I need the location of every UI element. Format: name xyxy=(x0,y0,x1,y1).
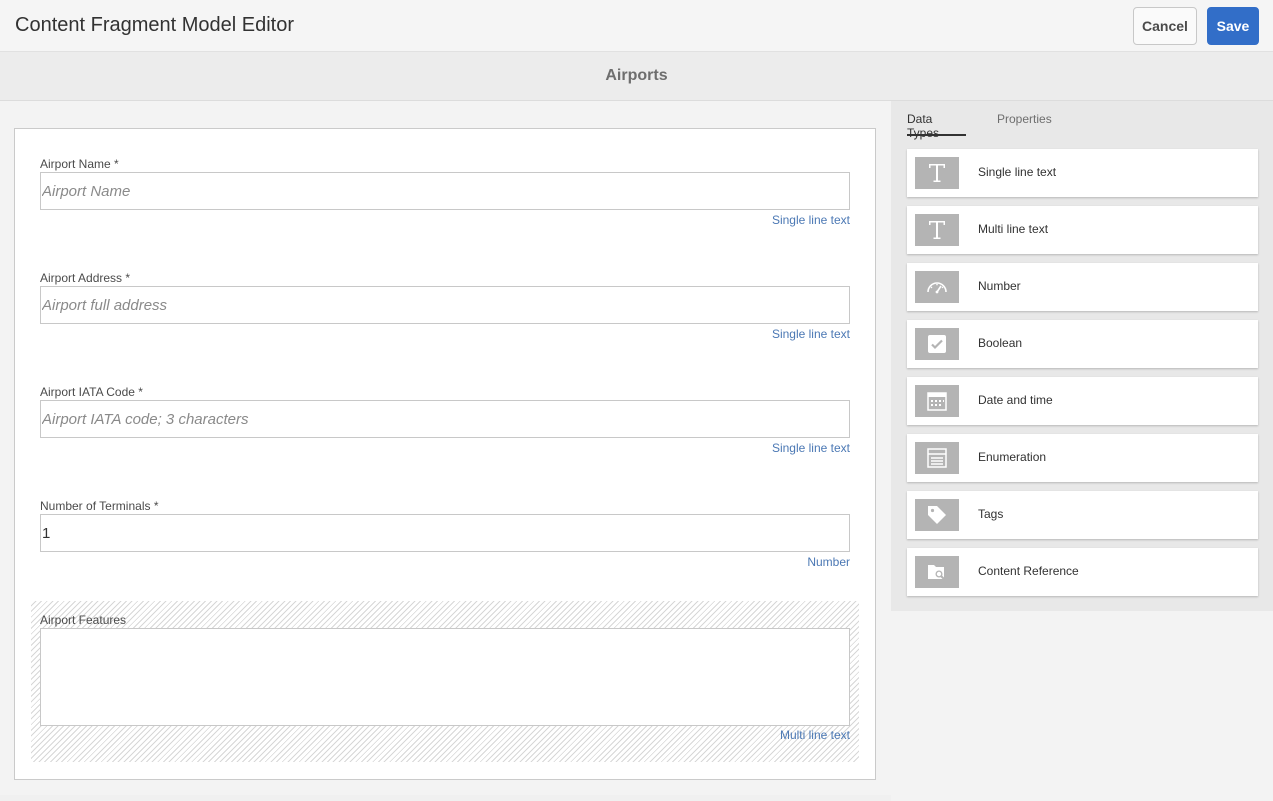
field-label: Airport Address * xyxy=(40,271,131,285)
checkbox-icon xyxy=(915,328,959,360)
data-type-label: Enumeration xyxy=(978,450,1047,464)
field-label: Number of Terminals * xyxy=(40,499,159,513)
cancel-button[interactable]: Cancel xyxy=(1133,7,1197,45)
app-header: Content Fragment Model Editor Cancel Sav… xyxy=(0,0,1273,52)
data-type-label: Number xyxy=(978,279,1021,293)
field-label: Airport Features xyxy=(40,613,127,627)
field-type-label: Single line text xyxy=(771,441,850,455)
field-label: Airport Name * xyxy=(40,157,119,171)
data-type-tags[interactable]: Tags xyxy=(907,491,1258,539)
app-title: Content Fragment Model Editor xyxy=(15,14,295,36)
data-type-label: Boolean xyxy=(978,336,1023,350)
number-of-terminals-input[interactable] xyxy=(40,514,850,552)
field-airport-features-selected[interactable]: Airport Features Multi line text xyxy=(31,601,859,762)
field-type-label: Single line text xyxy=(771,213,850,227)
data-types-panel: Data Types Properties Single line text M… xyxy=(891,101,1273,611)
gauge-icon xyxy=(915,271,959,303)
model-canvas: Airport Name * Single line text Airport … xyxy=(0,101,891,795)
model-title: Airports xyxy=(605,67,668,84)
list-icon xyxy=(915,442,959,474)
tab-properties[interactable]: Properties xyxy=(997,112,1052,136)
text-t-icon xyxy=(915,214,959,246)
airport-name-input[interactable] xyxy=(40,172,850,210)
field-label: Airport IATA Code * xyxy=(40,385,143,399)
data-type-date-and-time[interactable]: Date and time xyxy=(907,377,1258,425)
data-type-number[interactable]: Number xyxy=(907,263,1258,311)
form-card: Airport Name * Single line text Airport … xyxy=(14,128,876,780)
data-type-label: Date and time xyxy=(978,393,1053,407)
airport-address-input[interactable] xyxy=(40,286,850,324)
panel-empty-area xyxy=(891,611,1273,801)
tag-icon xyxy=(915,499,959,531)
airport-iata-code-input[interactable] xyxy=(40,400,850,438)
data-type-single-line-text[interactable]: Single line text xyxy=(907,149,1258,197)
field-type-label: Multi line text xyxy=(779,728,850,742)
data-type-label: Multi line text xyxy=(978,222,1049,236)
data-type-multi-line-text[interactable]: Multi line text xyxy=(907,206,1258,254)
data-type-enumeration[interactable]: Enumeration xyxy=(907,434,1258,482)
field-type-label: Number xyxy=(807,555,850,569)
tab-data-types[interactable]: Data Types xyxy=(907,112,966,140)
data-type-label: Tags xyxy=(978,507,1004,521)
data-type-label: Single line text xyxy=(978,165,1057,179)
calendar-icon xyxy=(915,385,959,417)
model-title-bar: Airports xyxy=(0,52,1273,101)
text-t-icon xyxy=(915,157,959,189)
save-button[interactable]: Save xyxy=(1207,7,1259,45)
folder-search-icon xyxy=(915,556,959,588)
field-type-label: Single line text xyxy=(771,327,850,341)
airport-features-textarea[interactable] xyxy=(40,628,850,726)
data-type-label: Content Reference xyxy=(978,564,1079,578)
data-type-content-reference[interactable]: Content Reference xyxy=(907,548,1258,596)
data-type-boolean[interactable]: Boolean xyxy=(907,320,1258,368)
